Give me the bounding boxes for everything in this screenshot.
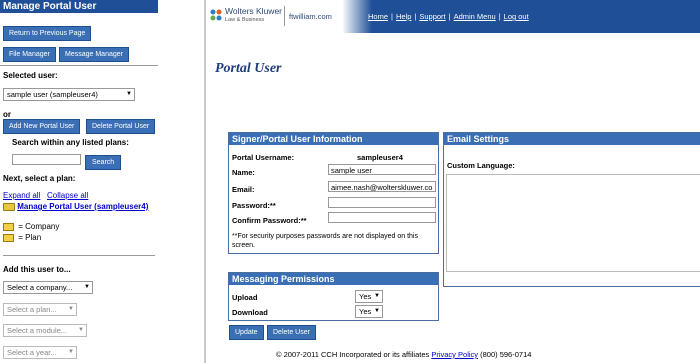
chevron-down-icon: ▼ [84,284,90,290]
nav-admin-menu-link[interactable]: Admin Menu [454,12,496,21]
file-manager-button[interactable]: File Manager [3,47,56,62]
legend-plan: = Plan [3,233,41,242]
messaging-permissions-panel: Messaging Permissions Upload Yes ▼ Downlo… [228,272,439,321]
download-select[interactable]: Yes ▼ [355,305,383,318]
select-plan[interactable]: Select a plan... ▼ [3,303,77,316]
product-name: ftwilliam.com [289,12,332,21]
footer: © 2007-2011 CCH Incorporated or its affi… [276,350,531,359]
tree-root[interactable]: Manage Portal User (sampleuser4) [3,202,148,211]
email-settings-title: Email Settings [444,133,700,145]
confirm-password-label: Confirm Password:** [232,216,307,225]
brand-subtitle: Law & Business [225,17,265,23]
chevron-down-icon: ▼ [126,91,132,97]
delete-user-button[interactable]: Delete User [267,325,316,340]
collapse-all-link[interactable]: Collapse all [47,191,88,200]
custom-language-label: Custom Language: [447,161,515,170]
delete-portal-user-button[interactable]: Delete Portal User [86,119,156,134]
select-year[interactable]: Select a year... ▼ [3,346,77,359]
nav-log-out-link[interactable]: Log out [504,12,529,21]
download-label: Download [232,308,268,317]
return-to-previous-page-button[interactable]: Return to Previous Page [3,26,92,41]
legend-company: = Company [3,222,59,231]
divider [0,65,158,66]
message-manager-button[interactable]: Message Manager [59,47,129,62]
portal-username-value: sampleuser4 [357,153,403,162]
upload-label: Upload [232,293,258,302]
select-company[interactable]: Select a company... ▼ [3,281,93,294]
folder-open-icon [3,202,15,211]
nav-home-link[interactable]: Home [368,12,388,21]
selected-user-select[interactable]: sample user (sampleuser4) ▼ [3,88,135,101]
nav-help-link[interactable]: Help [396,12,411,21]
brand-name: Wolters Kluwer [225,6,282,16]
tree-root-label[interactable]: Manage Portal User (sampleuser4) [17,202,148,211]
chevron-down-icon: ▼ [68,306,74,312]
logo: Wolters Kluwer Law & Business ftwilliam.… [206,0,342,33]
next-select-plan-label: Next, select a plan: [3,174,76,183]
search-input[interactable] [12,154,81,165]
name-label: Name: [232,168,255,177]
page-title: Portal User [215,61,282,76]
signer-info-panel: Signer/Portal User Information Portal Us… [228,132,439,254]
folder-icon [3,233,14,242]
sidebar-title: Manage Portal User [0,0,158,13]
password-note: **For security purposes passwords are no… [232,233,418,249]
upload-select[interactable]: Yes ▼ [355,290,383,303]
nav-support-link[interactable]: Support [419,12,445,21]
select-module[interactable]: Select a module... ▼ [3,324,87,337]
privacy-policy-link[interactable]: Privacy Policy [431,350,478,359]
custom-language-textarea[interactable] [446,174,700,272]
signer-panel-title: Signer/Portal User Information [229,133,438,145]
wolters-kluwer-logo-icon [210,9,222,21]
add-new-portal-user-button[interactable]: Add New Portal User [3,119,81,134]
expand-all-link[interactable]: Expand all [3,191,40,200]
or-label: or [3,110,11,119]
add-user-to-label: Add this user to... [3,265,71,274]
search-label: Search within any listed plans: [12,138,129,147]
selected-user-label: Selected user: [3,71,58,80]
frame-divider[interactable] [204,0,206,363]
folder-icon [3,222,14,231]
email-label: Email: [232,185,255,194]
chevron-down-icon: ▼ [78,327,84,333]
portal-username-label: Portal Username: [232,153,295,162]
logo-separator [284,6,285,26]
sidebar: Manage Portal User Return to Previous Pa… [0,0,158,363]
email-input[interactable]: aimee.nash@wolterskluwer.co [328,181,436,192]
chevron-down-icon: ▼ [374,293,380,299]
password-input[interactable] [328,197,436,208]
confirm-password-input[interactable] [328,212,436,223]
update-button[interactable]: Update [229,325,264,340]
email-settings-panel: Email Settings Custom Language: [443,132,700,287]
password-label: Password:** [232,201,276,210]
divider [3,255,155,256]
name-input[interactable]: sample user [328,164,436,175]
chevron-down-icon: ▼ [374,308,380,314]
chevron-down-icon: ▼ [68,349,74,355]
phone-number: (800) 596-0714 [480,350,532,359]
search-button[interactable]: Search [85,155,122,170]
messaging-panel-title: Messaging Permissions [229,273,438,285]
top-nav: Home | Help | Support | Admin Menu | Log out [368,12,529,21]
copyright-text: © 2007-2011 CCH Incorporated or its affi… [276,350,430,359]
